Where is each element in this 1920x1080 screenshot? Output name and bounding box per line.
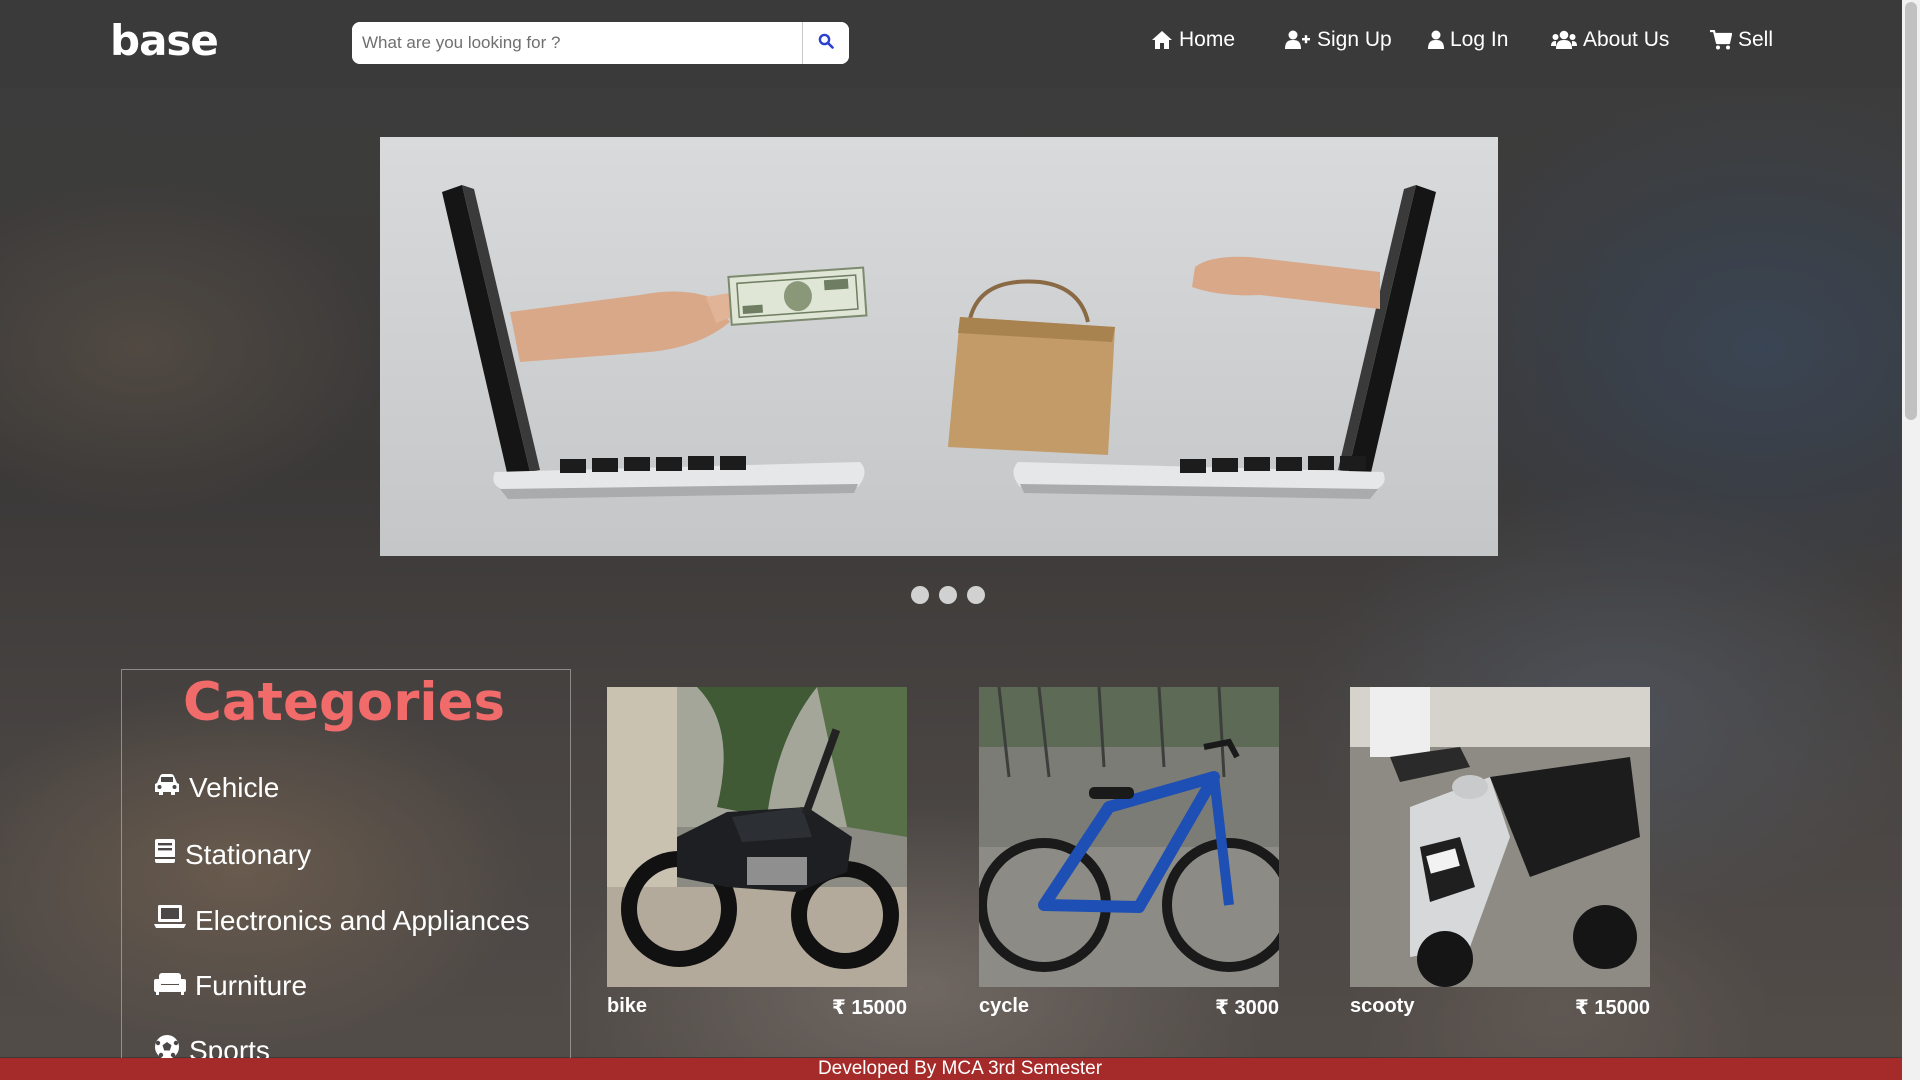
footer: Developed By MCA 3rd Semester (0, 1058, 1920, 1080)
car-icon (154, 772, 180, 804)
category-furniture[interactable]: Furniture (154, 970, 307, 1002)
product-price: ₹ 15000 (831, 997, 907, 1019)
product-meta: scooty ₹ 15000 (1350, 995, 1650, 1020)
footer-text: Developed By MCA 3rd Semester (817, 1058, 1103, 1079)
hero-carousel[interactable] (380, 137, 1498, 556)
couch-icon (154, 970, 186, 1002)
categories-title: Categories (183, 672, 506, 733)
categories-panel: Categories Vehicle Stationary Electronic… (121, 669, 571, 1080)
product-name: scooty (1350, 995, 1415, 1017)
hero-slide-image (380, 137, 1498, 556)
nav-item-home[interactable]: Home (1151, 28, 1235, 52)
nav-item-label: Home (1179, 28, 1236, 51)
user-plus-icon (1285, 30, 1311, 50)
carousel-dot-1[interactable] (911, 586, 929, 604)
carousel-dot-2[interactable] (939, 586, 957, 604)
product-meta: bike ₹ 15000 (607, 995, 907, 1020)
category-label: Furniture (195, 970, 308, 1001)
product-image-motorcycle[interactable] (607, 687, 907, 987)
nav-item-about-us[interactable]: About Us (1551, 28, 1669, 52)
product-card[interactable]: scooty ₹ 15000 (1350, 687, 1650, 1020)
carousel-dot-3[interactable] (967, 586, 985, 604)
shopping-cart-icon (1710, 30, 1732, 50)
category-electronics-and-appliances[interactable]: Electronics and Appliances (154, 904, 530, 937)
product-meta: cycle ₹ 3000 (979, 995, 1279, 1020)
product-name: bike (607, 995, 648, 1017)
nav-item-label: Sign Up (1317, 28, 1392, 51)
category-vehicle[interactable]: Vehicle (154, 772, 279, 804)
product-card[interactable]: bike ₹ 15000 (607, 687, 907, 1020)
navbar: base Home Sign Up (0, 0, 1902, 88)
book-icon (154, 838, 176, 871)
nav-menu: Home Sign Up Log In About Us Sell (0, 28, 1902, 58)
product-price: ₹ 3000 (1215, 997, 1279, 1019)
home-icon (1151, 30, 1173, 50)
page-scrollbar[interactable] (1902, 0, 1920, 1080)
nav-item-sign-up[interactable]: Sign Up (1285, 28, 1392, 52)
nav-item-sell[interactable]: Sell (1710, 28, 1773, 52)
carousel-indicators (911, 586, 985, 604)
nav-item-log-in[interactable]: Log In (1428, 28, 1508, 52)
category-label: Vehicle (189, 772, 280, 803)
product-name: cycle (979, 995, 1030, 1017)
users-icon (1551, 30, 1577, 50)
nav-item-label: Sell (1738, 28, 1774, 51)
category-label: Stationary (185, 838, 312, 870)
category-label: Electronics and Appliances (195, 904, 530, 936)
product-image-scooter[interactable] (1350, 687, 1650, 987)
user-icon (1428, 30, 1444, 50)
product-image-bicycle[interactable] (979, 687, 1279, 987)
category-stationary[interactable]: Stationary (154, 838, 311, 871)
product-price: ₹ 15000 (1574, 997, 1650, 1019)
nav-item-label: About Us (1583, 28, 1670, 51)
scrollbar-thumb[interactable] (1905, 2, 1917, 420)
laptop-icon (154, 904, 186, 937)
product-card[interactable]: cycle ₹ 3000 (979, 687, 1279, 1020)
nav-item-label: Log In (1450, 28, 1509, 51)
